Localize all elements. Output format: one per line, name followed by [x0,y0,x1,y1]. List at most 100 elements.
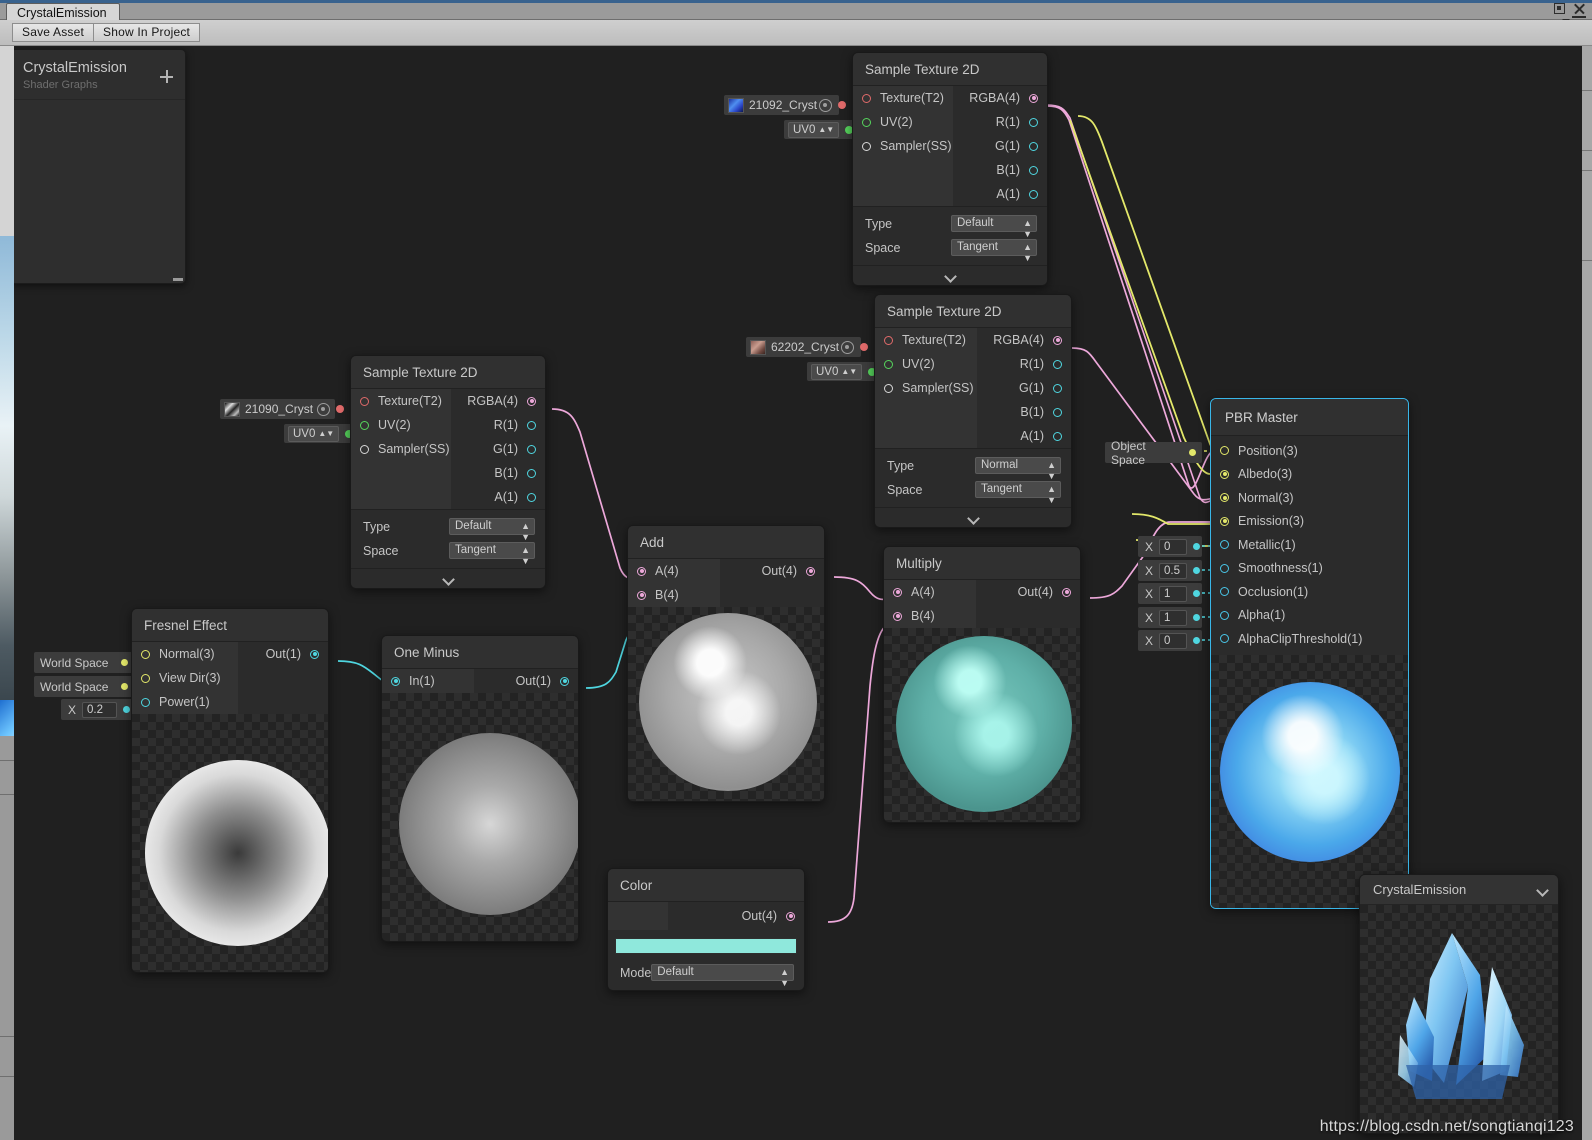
port-g[interactable]: G(1) [451,437,545,461]
output-port[interactable] [121,659,128,666]
uv-channel-selector-top[interactable]: UV0 ▲▼ [788,121,840,138]
port-r[interactable]: R(1) [977,352,1071,376]
port-occlusion[interactable]: Occlusion(1) [1211,580,1408,604]
fresnel-normal-space-chip[interactable]: World Space [34,652,134,673]
port-a[interactable]: A(1) [451,485,545,509]
output-port[interactable] [121,683,128,690]
node-sample-texture-2d-top[interactable]: Sample Texture 2D Texture(T2) UV(2) Samp… [852,52,1048,286]
node-expand-toggle[interactable] [875,507,1071,527]
master-smoothness-chip[interactable]: X 0.5 [1138,560,1202,581]
output-port[interactable] [1193,637,1201,644]
color-swatch[interactable] [615,938,797,954]
port-uv[interactable]: UV(2) [351,413,451,437]
port-rgba[interactable]: RGBA(4) [953,86,1047,110]
alpha-value-input[interactable]: 1 [1159,609,1188,626]
space-dropdown[interactable]: Tangent ▲ ▼ [449,542,535,566]
port-power[interactable]: Power(1) [132,690,238,714]
node-one-minus[interactable]: One Minus In(1) Out(1) [381,635,579,942]
port-g[interactable]: G(1) [953,134,1047,158]
blackboard-resize-handle[interactable] [173,278,183,281]
node-expand-toggle[interactable] [351,568,545,588]
plus-icon[interactable] [160,70,173,83]
port-normal[interactable]: Normal(3) [132,642,238,666]
master-alphaclip-chip[interactable]: X 0 [1138,630,1202,651]
texture-output-port-mid[interactable] [860,343,868,351]
type-dropdown[interactable]: Default ▲ ▼ [449,518,535,542]
maximize-icon[interactable] [1554,3,1565,14]
smoothness-value-input[interactable]: 0.5 [1159,562,1188,579]
port-r[interactable]: R(1) [451,413,545,437]
fresnel-viewdir-space-chip[interactable]: World Space [34,676,134,697]
node-sample-texture-2d-left[interactable]: Sample Texture 2D Texture(T2) UV(2) Samp… [350,355,546,589]
graph-canvas[interactable]: CrystalEmission Shader Graphs 21092_Crys… [14,46,1582,1140]
uv-chip-mid[interactable]: UV0 ▲▼ [807,362,882,381]
port-sampler[interactable]: Sampler(SS) [853,134,953,158]
port-a[interactable]: A(1) [977,424,1071,448]
main-preview-panel[interactable]: CrystalEmission [1359,874,1559,1134]
port-emission[interactable]: Emission(3) [1211,510,1408,534]
output-port[interactable] [123,706,131,713]
texture-output-port-top[interactable] [838,101,846,109]
port-r[interactable]: R(1) [953,110,1047,134]
port-alpha[interactable]: Alpha(1) [1211,604,1408,628]
port-metallic[interactable]: Metallic(1) [1211,533,1408,557]
master-metallic-chip[interactable]: X 0 [1138,536,1202,557]
master-occlusion-chip[interactable]: X 1 [1138,583,1202,604]
output-port[interactable] [1189,449,1196,456]
port-b[interactable]: B(1) [977,400,1071,424]
port-uv[interactable]: UV(2) [853,110,953,134]
node-color[interactable]: Color Out(4) Mode Default ▲ ▼ [607,868,805,991]
port-texture[interactable]: Texture(T2) [875,328,977,352]
target-icon[interactable] [841,341,854,354]
target-icon[interactable] [819,99,832,112]
master-position-space-chip[interactable]: Object Space [1105,439,1202,467]
port-rgba[interactable]: RGBA(4) [451,389,545,413]
node-sample-texture-2d-mid[interactable]: Sample Texture 2D Texture(T2) UV(2) Samp… [874,294,1072,528]
port-out[interactable]: Out(4) [668,902,804,930]
port-b[interactable]: B(1) [953,158,1047,182]
blackboard-panel[interactable]: CrystalEmission Shader Graphs [14,49,186,284]
node-add[interactable]: Add A(4) B(4) Out(4) [627,525,825,802]
output-port[interactable] [1193,614,1201,621]
port-g[interactable]: G(1) [977,376,1071,400]
node-multiply[interactable]: Multiply A(4) B(4) Out(4) [883,546,1081,823]
type-dropdown[interactable]: Default ▲ ▼ [951,215,1037,239]
alphaclip-value-input[interactable]: 0 [1159,632,1188,649]
port-a[interactable]: A(4) [628,559,720,583]
port-a[interactable]: A(4) [884,580,976,604]
show-in-project-button[interactable]: Show In Project [93,23,201,42]
port-uv[interactable]: UV(2) [875,352,977,376]
space-dropdown[interactable]: Tangent ▲ ▼ [975,481,1061,505]
close-icon[interactable] [1573,2,1586,15]
texture-output-port-left[interactable] [336,405,344,413]
uv-chip-left[interactable]: UV0 ▲▼ [284,424,359,443]
space-dropdown[interactable]: Tangent ▲ ▼ [951,239,1037,263]
uv-channel-selector-left[interactable]: UV0 ▲▼ [288,425,340,442]
port-sampler[interactable]: Sampler(SS) [875,376,977,400]
port-view-dir[interactable]: View Dir(3) [132,666,238,690]
mode-dropdown[interactable]: Default ▲ ▼ [651,964,794,988]
main-preview-viewport[interactable] [1360,905,1558,1133]
port-out[interactable]: Out(4) [720,559,824,583]
port-b[interactable]: B(4) [628,583,720,607]
metallic-value-input[interactable]: 0 [1159,538,1188,555]
occlusion-value-input[interactable]: 1 [1159,585,1188,602]
output-port[interactable] [1193,590,1201,597]
output-port[interactable] [1193,543,1201,550]
port-in[interactable]: In(1) [382,669,474,693]
port-a[interactable]: A(1) [953,182,1047,206]
port-out[interactable]: Out(4) [976,580,1080,604]
port-b[interactable]: B(4) [884,604,976,628]
fresnel-power-chip[interactable]: X 0.2 [61,699,134,720]
type-dropdown[interactable]: Normal ▲ ▼ [975,457,1061,481]
uv-channel-selector-mid[interactable]: UV0 ▲▼ [811,363,863,380]
port-rgba[interactable]: RGBA(4) [977,328,1071,352]
port-texture[interactable]: Texture(T2) [853,86,953,110]
port-b[interactable]: B(1) [451,461,545,485]
node-expand-toggle[interactable] [853,265,1047,285]
port-texture[interactable]: Texture(T2) [351,389,451,413]
uv-chip-top[interactable]: UV0 ▲▼ [784,120,859,139]
save-asset-button[interactable]: Save Asset [12,23,95,42]
master-alpha-chip[interactable]: X 1 [1138,607,1202,628]
port-sampler[interactable]: Sampler(SS) [351,437,451,461]
